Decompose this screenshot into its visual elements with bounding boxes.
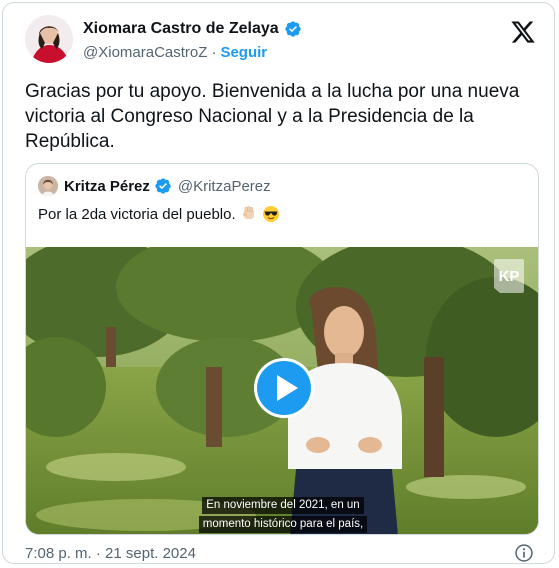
x-logo-icon[interactable] [510,19,536,45]
author-handle-row: @XiomaraCastroZ · Seguir [83,44,267,61]
quote-header: Kritza Pérez @KritzaPerez [38,176,271,196]
quote-author-handle: @KritzaPerez [177,177,271,195]
author-handle[interactable]: @XiomaraCastroZ [83,44,207,61]
tweet-timestamp[interactable]: 7:08 p. m. · 21 sept. 2024 [25,545,196,562]
quote-author-avatar [38,176,58,196]
subtitle-line-1: En noviembre del 2021, en un [202,497,364,514]
play-icon[interactable] [253,357,315,419]
subtitle-line-2: momento histórico para el país, [198,516,368,533]
quote-text-row: Por la 2da victoria del pueblo. [38,205,280,223]
quote-verified-badge-icon [155,178,171,194]
quote-author-name: Kritza Pérez [64,177,150,195]
tweet-card: Xiomara Castro de Zelaya @XiomaraCastroZ… [2,2,555,564]
verified-badge-icon [284,21,301,37]
quote-text: Por la 2da victoria del pueblo. [38,205,236,223]
sunglasses-emoji [262,206,279,222]
follow-button[interactable]: Seguir [220,44,267,61]
video-player[interactable]: KP En noviembre del 2021, en un momento … [26,247,538,534]
handle-separator: · [211,44,217,61]
raised-fist-emoji [242,206,254,219]
author-avatar[interactable] [25,15,73,63]
author-name-row: Xiomara Castro de Zelaya [83,20,302,38]
tweet-text: Gracias por tu apoyo. Bienvenida a la lu… [25,81,520,152]
video-watermark: KP [494,259,524,293]
quoted-tweet[interactable]: Kritza Pérez @KritzaPerez Por la 2da vic… [25,163,539,535]
author-display-name[interactable]: Xiomara Castro de Zelaya [83,20,279,38]
info-icon[interactable] [514,543,534,563]
video-subtitles: En noviembre del 2021, en un momento his… [26,495,538,533]
